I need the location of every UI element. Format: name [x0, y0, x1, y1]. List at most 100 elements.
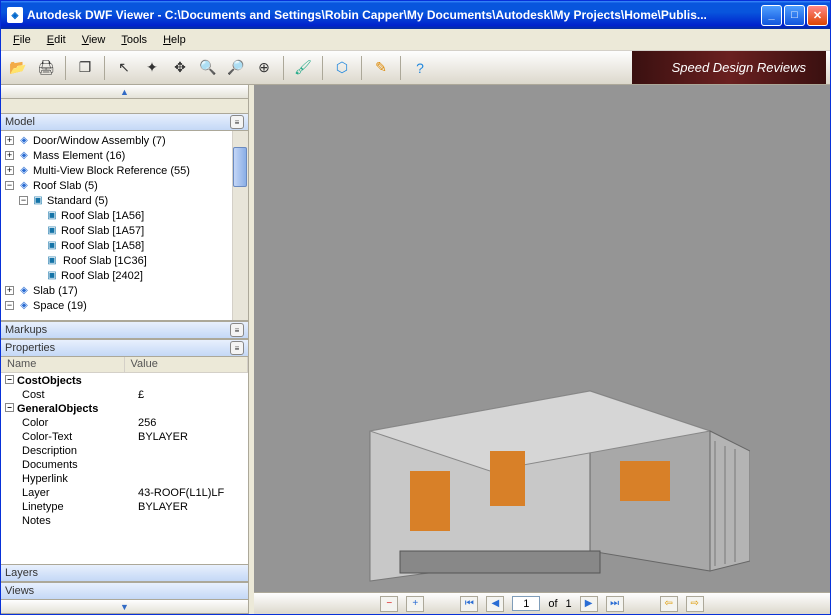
- separator: [104, 56, 105, 80]
- sheet-icon: ▣: [31, 195, 45, 207]
- expand-icon[interactable]: +: [5, 151, 14, 160]
- prop-name: Documents: [18, 459, 138, 473]
- prop-value: [138, 445, 248, 459]
- open-button[interactable]: 📂: [5, 55, 31, 81]
- panel-menu-icon[interactable]: ≡: [230, 323, 244, 337]
- prop-value: [138, 459, 248, 473]
- prop-group[interactable]: CostObjects: [17, 375, 82, 389]
- panel-header-properties[interactable]: Properties ≡: [1, 339, 248, 357]
- col-name[interactable]: Name: [1, 357, 125, 372]
- tree-item[interactable]: Multi-View Block Reference (55): [33, 165, 190, 177]
- menu-view[interactable]: View: [74, 32, 114, 48]
- tree-item[interactable]: Roof Slab [1A58]: [61, 240, 144, 252]
- expand-icon[interactable]: +: [5, 166, 14, 175]
- tree-item-selected[interactable]: Roof Slab [1C36]: [61, 255, 149, 267]
- copy-button[interactable]: ❐: [72, 55, 98, 81]
- collapse-icon[interactable]: −: [5, 301, 14, 310]
- expand-icon[interactable]: +: [5, 136, 14, 145]
- menu-file[interactable]: File: [5, 32, 39, 48]
- menu-help[interactable]: Help: [155, 32, 194, 48]
- zoom-out-button[interactable]: −: [380, 596, 398, 612]
- select-button[interactable]: ↖: [111, 55, 137, 81]
- menu-tools[interactable]: Tools: [113, 32, 155, 48]
- main-area: ▲ Model ≡ +◈Door/Window Assembly (7) +◈M…: [1, 85, 830, 614]
- prop-value: 43-ROOF(L1L)LF: [138, 487, 248, 501]
- tree-item[interactable]: Standard (5): [47, 195, 108, 207]
- sheet-icon: ▣: [45, 270, 59, 282]
- last-page-button[interactable]: ⏭: [606, 596, 624, 612]
- collapse-icon[interactable]: −: [5, 403, 14, 412]
- cube-icon: ◈: [17, 165, 31, 177]
- first-page-button[interactable]: ⏮: [460, 596, 478, 612]
- page-input[interactable]: [512, 596, 540, 611]
- panel-title: Properties: [5, 342, 55, 354]
- zoom-button[interactable]: 🔎: [223, 55, 249, 81]
- scroll-thumb[interactable]: [233, 147, 247, 187]
- tree-item[interactable]: Door/Window Assembly (7): [33, 135, 166, 147]
- options-button[interactable]: ✎: [368, 55, 394, 81]
- panel-header-layers[interactable]: Layers: [1, 564, 248, 582]
- back-button[interactable]: ⇦: [660, 596, 678, 612]
- 3d-view[interactable]: Y X: [254, 85, 830, 592]
- sheet-icon: ▣: [45, 225, 59, 237]
- prop-name: Notes: [18, 515, 138, 529]
- prop-value: 256: [138, 417, 248, 431]
- zoom-in-button[interactable]: +: [406, 596, 424, 612]
- separator: [65, 56, 66, 80]
- collapse-icon[interactable]: −: [5, 375, 14, 384]
- menu-edit[interactable]: Edit: [39, 32, 74, 48]
- navigation-bar: − + ⏮ ◀ of 1 ▶ ⏭ ⇦ ⇨: [254, 592, 830, 614]
- collapse-handle[interactable]: ▲: [1, 85, 248, 99]
- tree-item[interactable]: Space (19): [33, 300, 87, 312]
- zoom-rect-button[interactable]: 🔍: [195, 55, 221, 81]
- cube-icon: ◈: [17, 300, 31, 312]
- banner: Speed Design Reviews: [632, 51, 826, 84]
- minimize-button[interactable]: _: [761, 5, 782, 26]
- 3d-button[interactable]: ⬡: [329, 55, 355, 81]
- close-button[interactable]: ✕: [807, 5, 828, 26]
- help-button[interactable]: ?: [407, 55, 433, 81]
- panel-header-views[interactable]: Views: [1, 582, 248, 600]
- print-button[interactable]: 🖨: [33, 55, 59, 81]
- sheet-icon: ▣: [45, 210, 59, 222]
- collapse-handle[interactable]: ▼: [1, 600, 248, 614]
- render-button[interactable]: 🖌: [290, 55, 316, 81]
- panel-header-markups[interactable]: Markups ≡: [1, 321, 248, 339]
- app-window: ◈ Autodesk DWF Viewer - C:\Documents and…: [0, 0, 831, 615]
- prev-page-button[interactable]: ◀: [486, 596, 504, 612]
- collapse-icon[interactable]: −: [19, 196, 28, 205]
- panel-header-model[interactable]: Model ≡: [1, 113, 248, 131]
- orbit-button[interactable]: ✦: [139, 55, 165, 81]
- zoom-fit-button[interactable]: ⊕: [251, 55, 277, 81]
- cube-icon: ◈: [17, 135, 31, 147]
- tree-item[interactable]: Roof Slab (5): [33, 180, 98, 192]
- maximize-button[interactable]: □: [784, 5, 805, 26]
- model-tree[interactable]: +◈Door/Window Assembly (7) +◈Mass Elemen…: [1, 131, 248, 321]
- prop-name: Layer: [18, 487, 138, 501]
- cube-icon: ◈: [17, 180, 31, 192]
- sheet-icon: ▣: [45, 255, 59, 267]
- forward-button[interactable]: ⇨: [686, 596, 704, 612]
- scrollbar[interactable]: [232, 131, 248, 320]
- prop-value: [138, 473, 248, 487]
- tree-item[interactable]: Slab (17): [33, 285, 78, 297]
- pan-button[interactable]: ✥: [167, 55, 193, 81]
- prop-group[interactable]: GeneralObjects: [17, 403, 98, 417]
- window-title: Autodesk DWF Viewer - C:\Documents and S…: [27, 8, 761, 22]
- tree-item[interactable]: Roof Slab [2402]: [61, 270, 143, 282]
- titlebar[interactable]: ◈ Autodesk DWF Viewer - C:\Documents and…: [1, 1, 830, 29]
- expand-icon[interactable]: +: [5, 286, 14, 295]
- collapse-icon[interactable]: −: [5, 181, 14, 190]
- separator: [400, 56, 401, 80]
- tree-item[interactable]: Mass Element (16): [33, 150, 125, 162]
- panel-menu-icon[interactable]: ≡: [230, 341, 244, 355]
- tree-item[interactable]: Roof Slab [1A57]: [61, 225, 144, 237]
- page-total: 1: [566, 598, 572, 610]
- tree-item[interactable]: Roof Slab [1A56]: [61, 210, 144, 222]
- panel-title: Model: [5, 116, 35, 128]
- cube-icon: ◈: [17, 285, 31, 297]
- col-value[interactable]: Value: [125, 357, 249, 372]
- properties-grid[interactable]: −CostObjects Cost£ −GeneralObjects Color…: [1, 373, 248, 564]
- panel-menu-icon[interactable]: ≡: [230, 115, 244, 129]
- next-page-button[interactable]: ▶: [580, 596, 598, 612]
